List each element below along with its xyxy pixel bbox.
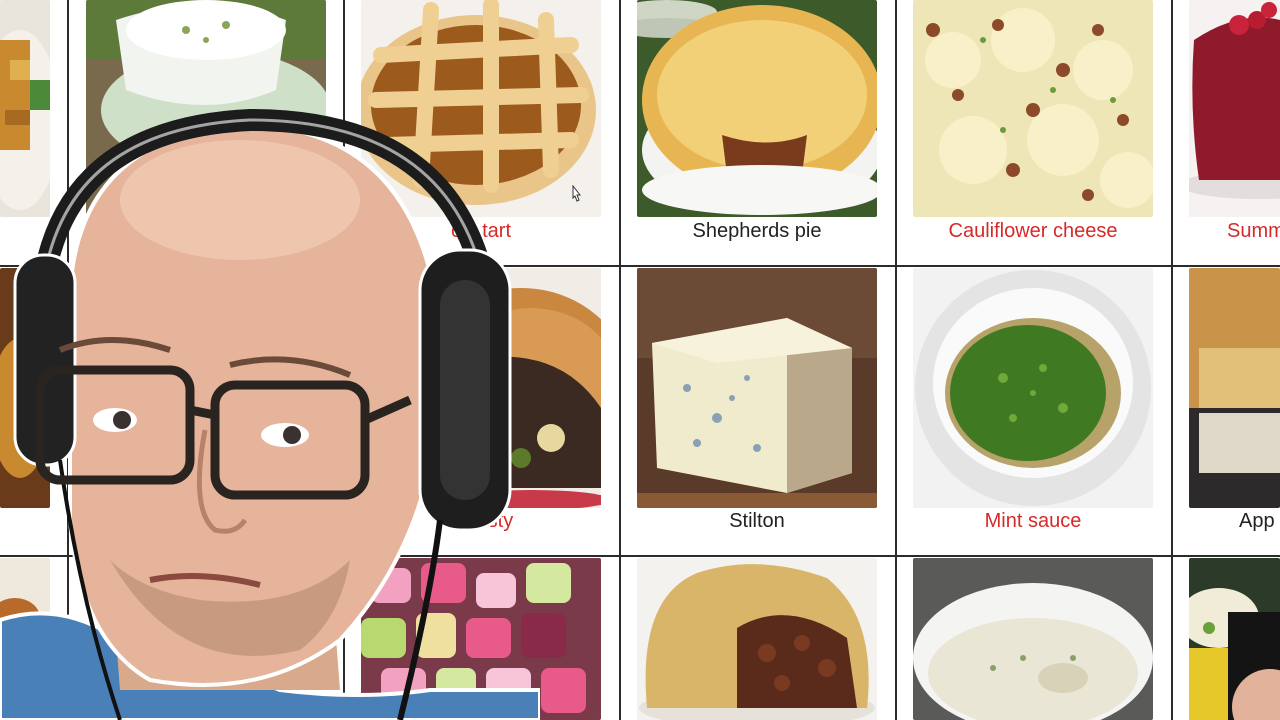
summer-pudding-photo[interactable] [1189,0,1280,217]
corner-webcam [1228,612,1280,720]
grid-line [619,0,621,720]
food-gallery-page: cle tart Shepherds pie Cauliflower chees… [0,0,1280,720]
sweets-photo[interactable] [361,558,601,720]
dish-caption[interactable]: Mint sauce [897,506,1169,536]
grid-line [0,265,1280,267]
soup-photo[interactable] [913,558,1153,720]
cauliflower-cheese-photo[interactable] [913,0,1153,217]
dish-caption[interactable]: Stilton [621,506,893,536]
grid-line [895,0,897,720]
stilton-photo[interactable] [637,268,877,508]
lattice-tart-photo[interactable] [361,0,601,217]
dish-photo[interactable] [0,268,50,508]
dish-caption[interactable]: Shepherds pie [621,216,893,246]
mint-sauce-photo[interactable] [913,268,1153,508]
dish-caption[interactable]: App [1189,506,1280,536]
grid-line [1171,0,1173,720]
mouse-cursor-icon [570,184,582,203]
grid-line [0,555,1280,557]
dish-caption[interactable]: cle tart [345,216,617,246]
dish-caption[interactable]: h pasty [345,506,617,536]
dish-caption[interactable]: Summ [1189,216,1280,246]
fries-food-photo[interactable] [0,0,50,217]
apple-crumble-photo[interactable] [1189,268,1280,508]
cream-dessert-photo[interactable] [86,0,326,217]
shepherds-pie-photo[interactable] [637,0,877,217]
dish-caption[interactable]: Cauliflower cheese [897,216,1169,246]
dish-photo[interactable] [0,558,50,720]
steak-pudding-photo[interactable] [637,558,877,720]
grid-line [67,0,69,720]
pasty-photo[interactable] [361,268,601,508]
grid-line [343,0,345,720]
